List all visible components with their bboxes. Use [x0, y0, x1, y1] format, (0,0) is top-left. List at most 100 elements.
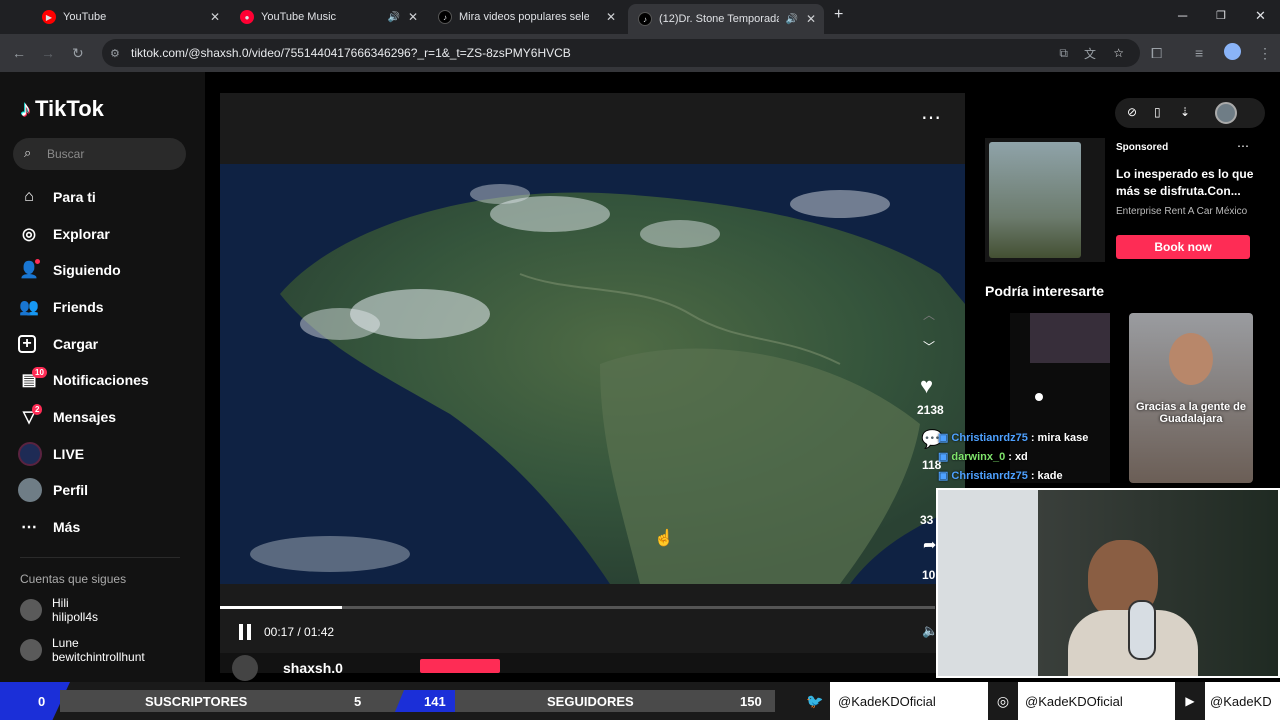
video-progress-bar[interactable]: [220, 606, 935, 609]
site-info-icon[interactable]: ⚙: [110, 47, 120, 60]
video-progress-fill: [220, 606, 342, 609]
chat-message: ▣ darwinx_0 : xd: [938, 447, 1098, 466]
message-badge: 2: [32, 404, 43, 415]
forward-icon[interactable]: →: [41, 45, 55, 61]
nav-mensajes[interactable]: ▽ 2 Mensajes: [18, 403, 116, 431]
coins-icon[interactable]: ⊘: [1127, 105, 1137, 119]
pause-icon[interactable]: [238, 624, 252, 640]
following-name: Lune: [52, 636, 79, 650]
next-video-icon[interactable]: ﹀: [923, 338, 935, 355]
video-player[interactable]: ⋯ ☝ ︿ ﹀ ♥ 2138 💬 118 33 ➦ 10 00:17 / 01:…: [220, 93, 965, 681]
mouse-cursor-icon: ☝: [654, 530, 674, 547]
subs-goal: 5: [354, 693, 362, 709]
microphone-image: [1128, 600, 1156, 660]
translate-icon[interactable]: 文: [1084, 45, 1096, 62]
search-icon: ⌕: [24, 145, 32, 160]
previous-video-icon[interactable]: ︿: [923, 306, 935, 323]
device-icon[interactable]: ▯: [1154, 105, 1161, 119]
ad-more-icon[interactable]: ⋯: [1237, 139, 1249, 153]
following-item[interactable]: Hili hilipoll4s: [20, 596, 98, 624]
friends-icon: 👥: [19, 299, 39, 316]
chat-text: : kade: [1030, 469, 1063, 482]
author-name[interactable]: shaxsh.0: [283, 660, 343, 676]
nav-siguiendo[interactable]: 👤 Siguiendo: [18, 256, 121, 284]
browser-toolbar: ← → ↻ ⚙ tiktok.com/@shaxsh.0/video/75514…: [0, 34, 1280, 72]
video-frame[interactable]: ☝: [220, 164, 965, 584]
maximize-icon[interactable]: ❐: [1216, 9, 1226, 22]
tab-dr-stone[interactable]: ♪ (12)Dr. Stone Temporada 4 🔊 ✕: [628, 4, 824, 34]
webcam-background: [938, 490, 1038, 676]
nav-label: Perfil: [53, 482, 89, 498]
tab-title: Mira videos populares seleccion: [459, 11, 589, 23]
tiktok-favicon-icon: ♪: [438, 10, 452, 24]
browser-menu-icon[interactable]: ⋮: [1258, 45, 1272, 62]
media-control-icon[interactable]: ≡: [1195, 45, 1203, 61]
nav-para-ti[interactable]: ⌂ Para ti: [18, 183, 96, 211]
nav-label: Friends: [53, 299, 104, 315]
tab-youtube-music[interactable]: ● YouTube Music 🔊 ✕: [230, 4, 426, 30]
author-avatar[interactable]: [232, 655, 258, 681]
ad-sponsor: Enterprise Rent A Car México: [1116, 206, 1248, 217]
nav-live[interactable]: LIVE: [18, 440, 84, 468]
video-more-options-icon[interactable]: ⋯: [921, 105, 941, 130]
nav-explorar[interactable]: ◎ Explorar: [18, 220, 110, 248]
chat-text: : mira kase: [1030, 431, 1089, 444]
satellite-map-image: [220, 164, 965, 584]
user-avatar[interactable]: [1215, 102, 1237, 124]
light-dot: [1035, 393, 1043, 401]
ad-thumbnail[interactable]: [989, 142, 1081, 258]
nav-label: Mensajes: [53, 409, 117, 425]
new-tab-icon[interactable]: +: [834, 6, 843, 24]
address-bar[interactable]: ⚙ tiktok.com/@shaxsh.0/video/75514404176…: [102, 39, 1140, 67]
chat-message: ▣ Christianrdz75 : mira kase: [938, 428, 1098, 447]
close-tab-icon[interactable]: ✕: [606, 10, 616, 24]
search-input[interactable]: ⌕ Buscar: [13, 138, 186, 170]
minimize-icon[interactable]: ─: [1178, 8, 1187, 23]
more-icon: ⋯: [21, 519, 37, 536]
tab-tiktok-popular[interactable]: ♪ Mira videos populares seleccion ✕: [428, 4, 624, 30]
top-actions-bar: ⊘ ▯ ⇣: [1115, 98, 1265, 128]
extensions-icon[interactable]: ⧠: [1151, 45, 1162, 62]
back-icon[interactable]: ←: [12, 45, 26, 61]
nav-cargar[interactable]: + Cargar: [18, 330, 98, 358]
nav-notificaciones[interactable]: ▤ 10 Notificaciones: [18, 366, 149, 394]
like-heart-icon[interactable]: ♥: [920, 373, 933, 399]
suggested-video-2[interactable]: Gracias a la gente de Guadalajara: [1129, 313, 1253, 483]
suggested-face-image: [1169, 333, 1213, 385]
chat-text: : xd: [1008, 450, 1028, 463]
tiktok-note-icon: ♪: [20, 96, 31, 121]
close-window-icon[interactable]: ✕: [1255, 8, 1266, 24]
install-app-icon[interactable]: ⧉: [1059, 46, 1068, 61]
ad-title[interactable]: Lo inesperado es lo que más se disfruta.…: [1116, 166, 1256, 200]
suggestions-title: Podría interesarte: [985, 283, 1105, 299]
messages-icon: ▽ 2: [18, 404, 43, 428]
chat-badge-icon: ▣: [938, 470, 949, 482]
profile-avatar[interactable]: [1224, 43, 1241, 60]
bookmark-star-icon[interactable]: ☆: [1113, 46, 1124, 60]
close-tab-icon[interactable]: ✕: [806, 12, 816, 26]
book-now-button[interactable]: Book now: [1116, 235, 1250, 259]
download-icon[interactable]: ⇣: [1180, 105, 1190, 119]
nav-mas[interactable]: ⋯ Más: [18, 513, 80, 541]
share-icon[interactable]: ➦: [923, 535, 936, 555]
save-count: 33: [920, 513, 934, 527]
audio-playing-icon[interactable]: 🔊: [388, 12, 400, 23]
compass-icon: ◎: [22, 226, 36, 243]
subs-label: SUSCRIPTORES: [145, 693, 248, 709]
tiktok-logo[interactable]: ♪ TikTok: [20, 96, 104, 122]
following-handle: bewitchintrollhunt: [52, 650, 145, 664]
close-tab-icon[interactable]: ✕: [210, 10, 220, 24]
following-item[interactable]: Lune bewitchintrollhunt: [20, 636, 145, 664]
tab-youtube[interactable]: ▶ YouTube ✕: [32, 4, 228, 30]
close-tab-icon[interactable]: ✕: [408, 10, 418, 24]
instagram-icon: ◎: [988, 682, 1018, 720]
reload-icon[interactable]: ↻: [72, 45, 84, 62]
video-author-row: shaxsh.0: [220, 653, 965, 681]
following-name: Hili: [52, 596, 69, 610]
follow-button[interactable]: [420, 659, 500, 673]
nav-friends[interactable]: 👥 Friends: [18, 293, 104, 321]
avatar: [20, 599, 42, 621]
audio-playing-icon[interactable]: 🔊: [786, 14, 798, 25]
youtube-handle: @KadeKD: [1210, 693, 1272, 709]
nav-perfil[interactable]: Perfil: [18, 476, 88, 504]
